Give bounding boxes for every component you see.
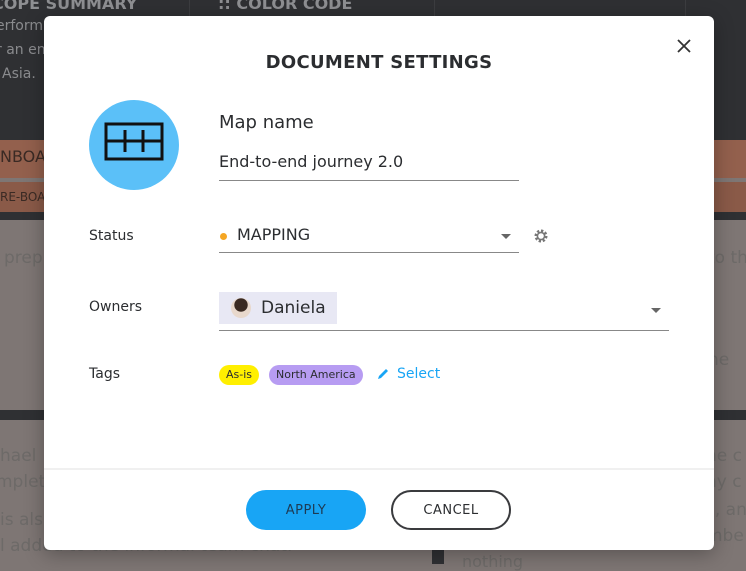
bg-text: NBOA [0,147,46,166]
chevron-down-icon [501,234,511,239]
status-value: MAPPING [237,225,311,244]
pencil-icon [378,369,388,379]
bg-text: mplet [0,472,46,492]
document-settings-dialog: DOCUMENT SETTINGS Map name End-to-end jo… [44,16,714,550]
status-dot [220,233,227,240]
map-name-label: Map name [219,112,314,133]
bg-text: erform [0,18,44,34]
bg-text: prep [4,248,43,268]
bg-text: RE-BOA [0,190,46,204]
gear-icon[interactable] [533,228,549,244]
bg-heading: :: COLOR CODE [218,0,353,13]
owner-chip[interactable]: Daniela [219,292,337,324]
status-select[interactable]: MAPPING [219,222,519,253]
owner-name: Daniela [261,298,326,318]
bg-divider [432,550,444,564]
map-name-input[interactable]: End-to-end journey 2.0 [219,152,519,181]
tags-label: Tags [89,366,120,382]
bg-heading: COPE SUMMARY [0,0,138,13]
select-tags-button[interactable]: Select [376,366,440,382]
bg-text: r an en [0,42,46,58]
dialog-title: DOCUMENT SETTINGS [265,52,493,73]
bg-text: nothing [462,552,524,571]
grid-map-icon [104,122,164,161]
chevron-down-icon [651,308,661,313]
bg-text: Asia. [2,66,36,82]
tag-as-is[interactable]: As-is [219,365,260,385]
tag-north-america[interactable]: North America [269,365,363,385]
bg-text: hael [0,446,37,466]
status-label: Status [89,228,134,244]
close-icon[interactable] [674,36,694,56]
cancel-button[interactable]: CANCEL [391,490,511,530]
map-icon-avatar[interactable] [89,100,179,190]
owners-label: Owners [89,299,143,315]
footer-divider [44,468,714,470]
avatar [231,298,251,318]
select-label: Select [397,366,441,382]
apply-button[interactable]: APPLY [246,490,366,530]
